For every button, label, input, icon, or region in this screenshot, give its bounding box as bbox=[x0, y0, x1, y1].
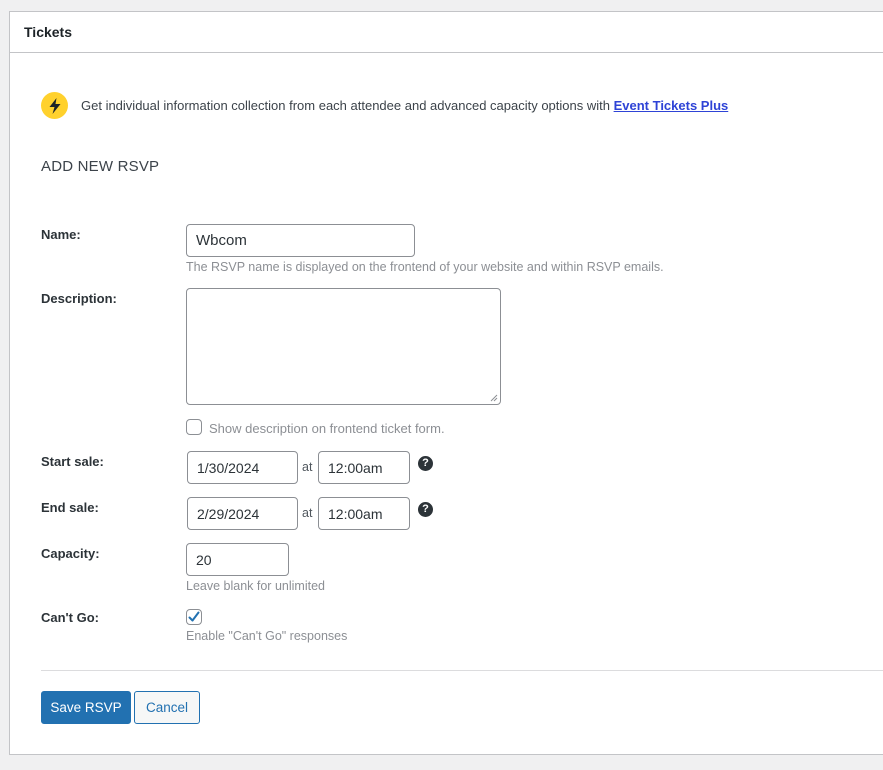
name-input-value: Wbcom bbox=[196, 232, 247, 249]
start-sale-time-value: 12:00am bbox=[328, 459, 383, 476]
cancel-button[interactable]: Cancel bbox=[134, 691, 200, 724]
capacity-input[interactable]: 20 bbox=[186, 543, 289, 576]
capacity-label: Capacity: bbox=[41, 546, 100, 561]
lightning-bolt-icon bbox=[41, 92, 68, 119]
question-circle-icon[interactable]: ? bbox=[418, 502, 433, 517]
panel-title: Tickets bbox=[24, 24, 72, 40]
checkmark-icon bbox=[188, 611, 200, 622]
description-label: Description: bbox=[41, 291, 117, 306]
panel-header: Tickets bbox=[10, 12, 883, 53]
notice-message: Get individual information collection fr… bbox=[81, 98, 614, 113]
end-sale-label: End sale: bbox=[41, 500, 99, 515]
show-description-checkbox[interactable] bbox=[186, 419, 202, 435]
section-title: ADD NEW RSVP bbox=[41, 158, 160, 175]
end-sale-date-input[interactable]: 2/29/2024 bbox=[187, 497, 298, 530]
event-tickets-plus-link[interactable]: Event Tickets Plus bbox=[614, 98, 729, 113]
start-sale-date-input[interactable]: 1/30/2024 bbox=[187, 451, 298, 484]
cant-go-checkbox[interactable] bbox=[186, 609, 202, 625]
question-circle-icon[interactable]: ? bbox=[418, 456, 433, 471]
capacity-help-text: Leave blank for unlimited bbox=[186, 579, 325, 593]
resize-handle-icon[interactable] bbox=[490, 394, 498, 402]
notice-text: Get individual information collection fr… bbox=[81, 98, 728, 113]
save-rsvp-button[interactable]: Save RSVP bbox=[41, 691, 131, 724]
end-sale-time-input[interactable]: 12:00am bbox=[318, 497, 410, 530]
cant-go-help-text: Enable "Can't Go" responses bbox=[186, 629, 348, 643]
start-sale-label: Start sale: bbox=[41, 454, 104, 469]
tickets-panel: Tickets Get individual information colle… bbox=[9, 11, 883, 755]
name-label: Name: bbox=[41, 227, 81, 242]
end-sale-at-text: at bbox=[302, 506, 313, 520]
upsell-notice: Get individual information collection fr… bbox=[41, 92, 728, 119]
lightning-bolt-svg bbox=[49, 97, 60, 114]
cant-go-label: Can't Go: bbox=[41, 610, 99, 625]
end-sale-date-value: 2/29/2024 bbox=[197, 505, 260, 522]
description-textarea[interactable] bbox=[186, 288, 501, 405]
show-description-label: Show description on frontend ticket form… bbox=[209, 421, 445, 436]
start-sale-date-value: 1/30/2024 bbox=[197, 459, 260, 476]
name-input[interactable]: Wbcom bbox=[186, 224, 415, 257]
start-sale-time-input[interactable]: 12:00am bbox=[318, 451, 410, 484]
start-sale-at-text: at bbox=[302, 460, 313, 474]
name-help-text: The RSVP name is displayed on the fronte… bbox=[186, 260, 664, 274]
capacity-value: 20 bbox=[196, 551, 212, 568]
form-divider bbox=[41, 670, 883, 671]
end-sale-time-value: 12:00am bbox=[328, 505, 383, 522]
